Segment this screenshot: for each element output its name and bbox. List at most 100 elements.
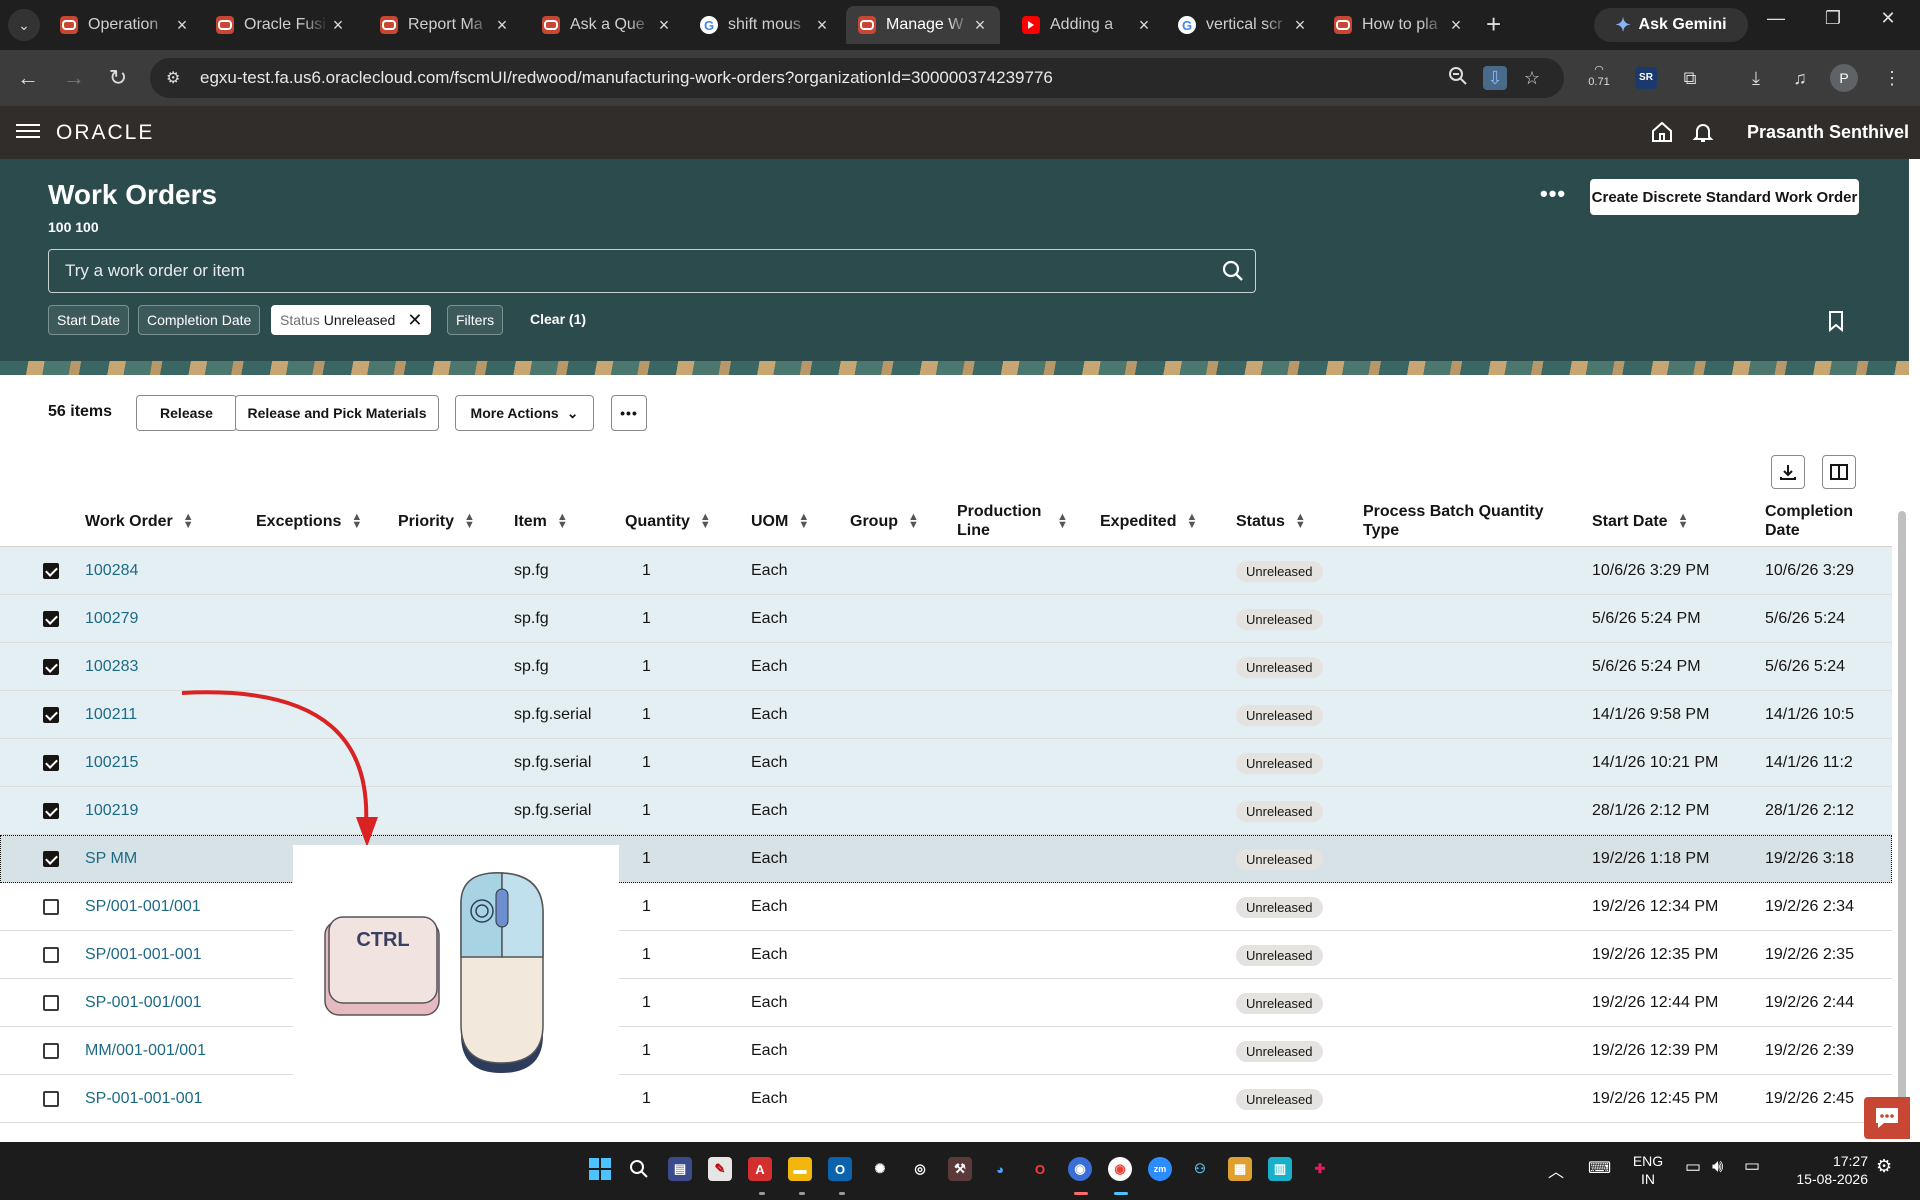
user-name[interactable]: Prasanth Senthivel — [1747, 122, 1909, 143]
table-row[interactable]: 100283 sp.fg 1 Each Unreleased 5/6/26 5:24 PM… — [0, 643, 1892, 691]
row-checkbox[interactable] — [43, 755, 59, 771]
search-box[interactable] — [48, 249, 1256, 293]
column-header-quantity[interactable]: Quantity ▲ ▼ — [625, 495, 711, 547]
table-vertical-scrollbar[interactable] — [1896, 495, 1908, 1135]
browser-tab[interactable]: How to pla × — [1322, 6, 1476, 44]
notification-center-icon[interactable]: ⚙ — [1876, 1156, 1892, 1177]
row-checkbox[interactable] — [43, 1043, 59, 1059]
pdf-reader-icon[interactable]: A — [748, 1157, 772, 1181]
work-order-link[interactable]: 100279 — [85, 595, 138, 643]
column-header-expedited[interactable]: Expedited ▲ ▼ — [1100, 495, 1197, 547]
browser-tab[interactable]: Report Ma × — [368, 6, 522, 44]
search-icon[interactable] — [1221, 259, 1245, 283]
close-tab-icon[interactable]: × — [328, 15, 348, 36]
sort-icon[interactable]: ▲ ▼ — [1295, 512, 1306, 531]
document-icon[interactable]: ▥ — [1268, 1157, 1292, 1181]
outlook-icon[interactable]: O — [828, 1157, 852, 1181]
profile-avatar[interactable]: P — [1830, 64, 1858, 92]
search-input[interactable] — [49, 250, 1199, 292]
work-order-link[interactable]: 100215 — [85, 739, 138, 787]
file-explorer-icon[interactable]: ▬ — [788, 1157, 812, 1181]
column-header-start-date[interactable]: Start Date ▲ ▼ — [1592, 495, 1688, 547]
row-checkbox[interactable] — [43, 611, 59, 627]
paint-icon[interactable]: ✎ — [708, 1157, 732, 1181]
chat-app-icon[interactable]: ◕ — [988, 1157, 1012, 1181]
close-tab-icon[interactable]: × — [654, 15, 674, 36]
volume-icon[interactable]: 🔊︎ — [1712, 1156, 1723, 1177]
network-icon[interactable]: ▭ — [1685, 1157, 1701, 1177]
close-tab-icon[interactable]: × — [970, 15, 990, 36]
release-and-pick-button[interactable]: Release and Pick Materials — [235, 395, 439, 431]
ask-gemini-button[interactable]: ✦ Ask Gemini — [1594, 8, 1748, 42]
column-header-status[interactable]: Status ▲ ▼ — [1236, 495, 1306, 547]
browser-tab[interactable]: Manage W × — [846, 6, 1000, 44]
media-control-icon[interactable]: ♫ — [1786, 64, 1814, 92]
status-filter-chip[interactable]: Status Unreleased ✕ — [271, 305, 432, 335]
browser-app-icon[interactable]: ◉ — [1068, 1157, 1092, 1181]
work-order-link[interactable]: SP-001-001/001 — [85, 979, 202, 1027]
browser-tab[interactable]: Oracle Fusi × — [204, 6, 358, 44]
column-header-completion-date[interactable]: Completion Date — [1765, 495, 1865, 547]
close-tab-icon[interactable]: × — [812, 15, 832, 36]
row-checkbox[interactable] — [43, 563, 59, 579]
sort-icon[interactable]: ▲ ▼ — [798, 512, 809, 531]
browser-tab[interactable]: Gshift mous × — [688, 6, 842, 44]
restore-button[interactable]: ❐ — [1813, 8, 1853, 29]
work-order-link[interactable]: SP MM — [85, 835, 137, 883]
oracle-logo[interactable]: ORACLE — [56, 121, 154, 145]
show-hidden-icons-chevron-icon[interactable]: ︿ — [1548, 1158, 1564, 1182]
language-indicator[interactable]: ENG IN — [1628, 1152, 1668, 1188]
close-window-button[interactable]: ✕ — [1868, 8, 1908, 29]
sort-icon[interactable]: ▲ ▼ — [351, 512, 362, 531]
sort-icon[interactable]: ▲ ▼ — [700, 512, 711, 531]
chrome-icon[interactable]: ◉ — [1108, 1157, 1132, 1181]
work-order-link[interactable]: 100283 — [85, 643, 138, 691]
table-row[interactable]: SP-001-001-001 1 Each Unreleased 19/2/26 12:… — [0, 1075, 1892, 1123]
column-settings-button[interactable] — [1822, 455, 1856, 489]
notes-icon[interactable]: ▦ — [1228, 1157, 1252, 1181]
export-download-button[interactable] — [1771, 455, 1805, 489]
close-tab-icon[interactable]: × — [1134, 15, 1154, 36]
row-checkbox[interactable] — [43, 803, 59, 819]
browser-menu-icon[interactable]: ⋮ — [1878, 64, 1906, 92]
app-circle-icon[interactable]: ◎ — [908, 1157, 932, 1181]
column-header-work-order[interactable]: Work Order ▲ ▼ — [85, 495, 194, 547]
sort-icon[interactable]: ▲ ▼ — [464, 512, 475, 531]
chatgpt-icon[interactable]: ✺ — [868, 1157, 892, 1181]
bookmark-star-icon[interactable]: ☆ — [1520, 66, 1544, 90]
column-header-priority[interactable]: Priority ▲ ▼ — [398, 495, 475, 547]
downloads-icon[interactable]: ⤓ — [1742, 64, 1770, 92]
column-header-uom[interactable]: UOM ▲ ▼ — [751, 495, 809, 547]
close-tab-icon[interactable]: × — [1446, 15, 1466, 36]
sort-icon[interactable]: ▲ ▼ — [1678, 512, 1689, 531]
sort-icon[interactable]: ▲ ▼ — [908, 512, 919, 531]
bookmark-icon[interactable] — [1824, 309, 1848, 333]
close-tab-icon[interactable]: × — [492, 15, 512, 36]
teams-icon[interactable]: ▤ — [668, 1157, 692, 1181]
people-icon[interactable]: ⚇ — [1188, 1157, 1212, 1181]
minimize-button[interactable]: — — [1756, 8, 1796, 29]
work-order-link[interactable]: 100284 — [85, 547, 138, 595]
column-header-group[interactable]: Group ▲ ▼ — [850, 495, 919, 547]
chat-assistant-button[interactable] — [1864, 1097, 1910, 1139]
sort-icon[interactable]: ▲ ▼ — [557, 512, 568, 531]
table-row[interactable]: 100284 sp.fg 1 Each Unreleased 10/6/26 3:29 P… — [0, 547, 1892, 595]
scrollbar-thumb[interactable] — [1898, 511, 1906, 1119]
opera-icon[interactable]: O — [1028, 1157, 1052, 1181]
install-app-icon[interactable]: ⇩ — [1483, 66, 1507, 90]
start-date-filter-chip[interactable]: Start Date — [48, 305, 130, 335]
table-row[interactable]: SP/001-001-001 1 Each Unreleased 19/2/26 12:… — [0, 931, 1892, 979]
release-button[interactable]: Release — [136, 395, 237, 431]
sort-icon[interactable]: ▲ ▼ — [1057, 512, 1068, 531]
table-row[interactable]: 100279 sp.fg 1 Each Unreleased 5/6/26 5:24 PM… — [0, 595, 1892, 643]
table-row[interactable]: MM/001-001/001 1 Each Unreleased 19/2/26 12:… — [0, 1027, 1892, 1075]
browser-tab[interactable]: Gvertical scr × — [1166, 6, 1320, 44]
row-checkbox[interactable] — [43, 899, 59, 915]
clock[interactable]: 17:27 15-08-2026 — [1784, 1152, 1868, 1188]
search-taskbar-icon[interactable] — [627, 1157, 651, 1181]
windows-start-icon[interactable] — [588, 1157, 612, 1181]
work-order-link[interactable]: SP/001-001/001 — [85, 883, 201, 931]
notifications-bell-icon[interactable] — [1689, 120, 1717, 150]
work-order-link[interactable]: SP/001-001-001 — [85, 931, 202, 979]
remove-filter-icon[interactable]: ✕ — [407, 310, 422, 331]
